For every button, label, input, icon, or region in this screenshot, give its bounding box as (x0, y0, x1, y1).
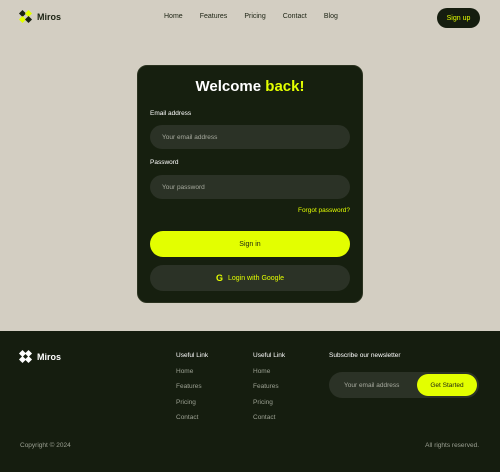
page-title: Welcome back! (138, 78, 362, 95)
google-login-button[interactable]: G Login with Google (150, 265, 350, 291)
main-nav: Home Features Pricing Contact Blog (164, 13, 355, 20)
footer-col2-link-contact[interactable]: Contact (253, 414, 275, 421)
site-footer: Miros Useful Link Home Features Pricing … (0, 331, 500, 472)
newsletter-email-input[interactable] (329, 372, 423, 398)
four-diamond-logo-icon (18, 9, 33, 24)
four-diamond-logo-icon (18, 349, 33, 364)
forgot-password-link[interactable]: Forgot password? (298, 207, 350, 214)
nav-item-home[interactable]: Home (164, 13, 183, 20)
footer-col1-link-pricing[interactable]: Pricing (176, 399, 196, 406)
newsletter-title: Subscribe our newsletter (329, 352, 401, 359)
nav-item-contact[interactable]: Contact (283, 13, 307, 20)
copyright-text: Copyright © 2024 (20, 442, 71, 449)
nav-item-pricing[interactable]: Pricing (244, 13, 265, 20)
password-field[interactable] (150, 175, 350, 199)
nav-item-features[interactable]: Features (200, 13, 228, 20)
title-accent: back! (265, 78, 305, 95)
email-field[interactable] (150, 125, 350, 149)
brand-name: Miros (37, 12, 62, 22)
footer-col1-title: Useful Link (176, 352, 209, 359)
footer-brand-name: Miros (37, 352, 62, 362)
google-g-icon: G (215, 273, 223, 283)
sign-in-button[interactable]: Sign in (150, 231, 350, 257)
google-login-label: Login with Google (227, 274, 285, 282)
brand-logo-link[interactable]: Miros (18, 9, 62, 24)
nav-item-blog[interactable]: Blog (324, 13, 338, 20)
email-label: Email address (150, 110, 192, 117)
footer-col2-link-features[interactable]: Features (253, 383, 279, 390)
footer-col2-link-pricing[interactable]: Pricing (253, 399, 273, 406)
password-label: Password (150, 159, 179, 166)
login-card: Welcome back! Email address Password For… (137, 65, 363, 303)
get-started-button[interactable]: Get Started (417, 374, 477, 396)
signup-button[interactable]: Sign up (437, 8, 480, 28)
footer-brand-link[interactable]: Miros (18, 349, 62, 364)
site-header: Miros Home Features Pricing Contact Blog… (0, 0, 500, 38)
footer-col2-title: Useful Link (253, 352, 286, 359)
footer-col1-link-features[interactable]: Features (176, 383, 202, 390)
newsletter-form: Get Started (329, 372, 479, 398)
footer-col1-link-home[interactable]: Home (176, 368, 193, 375)
footer-col1-link-contact[interactable]: Contact (176, 414, 198, 421)
rights-text: All rights reserved. (425, 442, 479, 449)
footer-col2-link-home[interactable]: Home (253, 368, 270, 375)
title-main: Welcome (195, 78, 262, 95)
